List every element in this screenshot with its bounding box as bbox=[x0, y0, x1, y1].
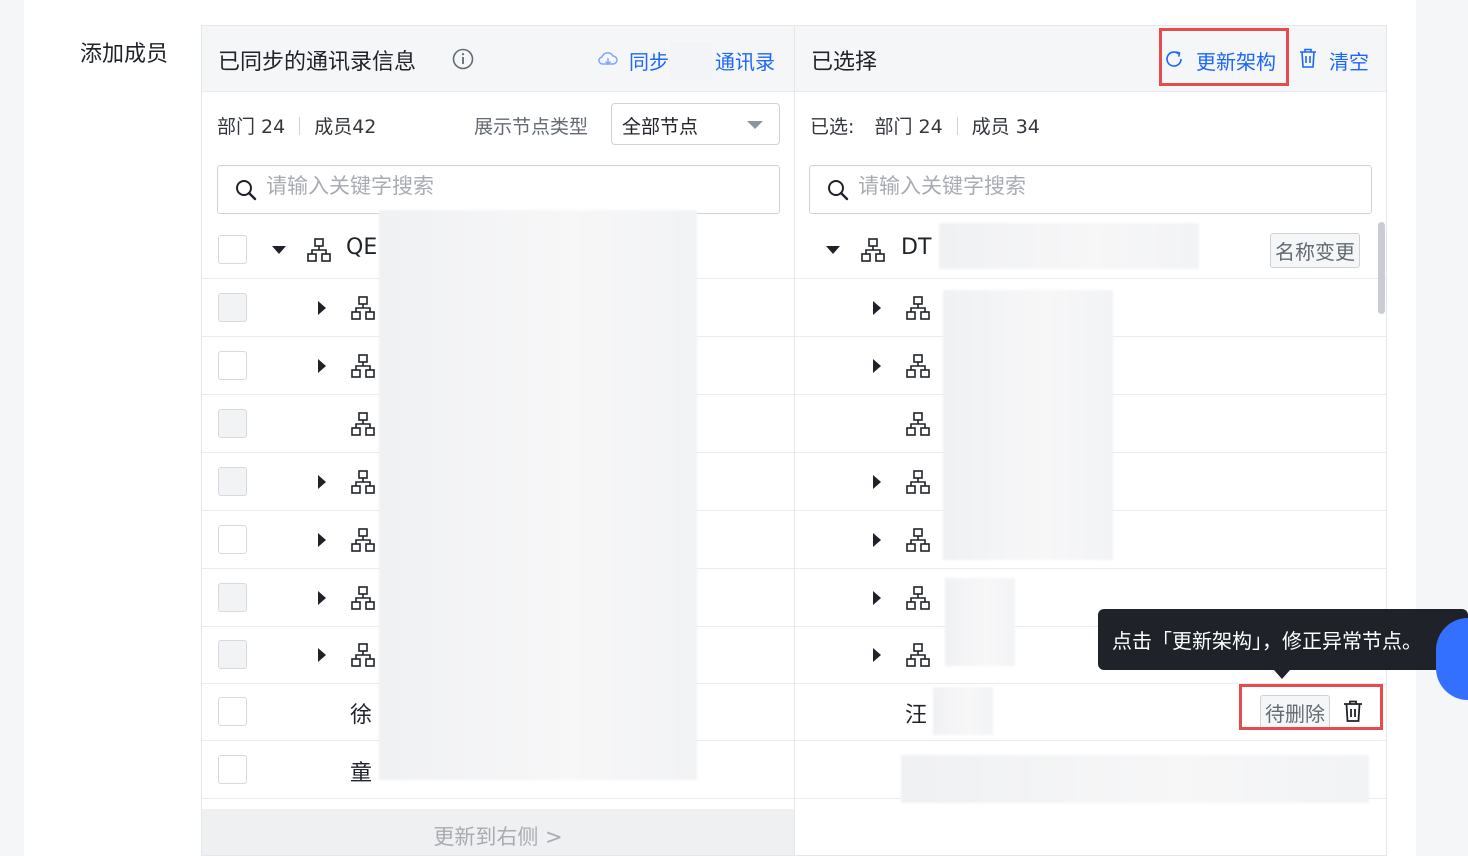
org-tree-icon bbox=[861, 238, 885, 262]
selected-root-name: DT bbox=[901, 235, 932, 260]
org-tree-icon bbox=[906, 586, 930, 610]
trash-icon[interactable] bbox=[1298, 47, 1318, 69]
checkbox[interactable] bbox=[218, 409, 247, 438]
org-tree-icon bbox=[351, 586, 375, 610]
member-count: 成员42 bbox=[314, 116, 377, 138]
org-tree-icon bbox=[351, 412, 375, 436]
node-type-select-value: 全部节点 bbox=[622, 116, 699, 138]
selected-member-row[interactable] bbox=[795, 741, 1386, 803]
redacted-area bbox=[939, 223, 1199, 269]
field-label-add-members: 添加成员 bbox=[80, 42, 169, 67]
caret-right-icon[interactable] bbox=[318, 475, 326, 489]
synced-panel-title: 已同步的通讯录信息 bbox=[218, 50, 417, 75]
page-right-gutter bbox=[1416, 0, 1468, 856]
tooltip-arrow bbox=[1274, 670, 1290, 679]
tooltip-text: 点击「更新架构」，修正异常节点。 bbox=[1112, 629, 1422, 653]
synced-stats: 部门 24 成员42 bbox=[217, 112, 376, 139]
chevron-down-icon bbox=[747, 121, 763, 129]
search-icon bbox=[828, 180, 849, 201]
cloud-sync-icon[interactable] bbox=[597, 50, 619, 68]
scrollbar[interactable] bbox=[1378, 222, 1385, 314]
org-tree-icon bbox=[351, 296, 375, 320]
dept-count: 部门 24 bbox=[217, 116, 286, 138]
redacted-area bbox=[933, 687, 993, 735]
root-dept-name: QE bbox=[346, 235, 378, 260]
highlight-pending-delete bbox=[1239, 684, 1383, 730]
selected-stats: 已选: 部门 24 成员 34 bbox=[810, 112, 1040, 139]
selected-prefix: 已选: bbox=[810, 116, 855, 138]
name-changed-tag: 名称变更 bbox=[1270, 233, 1360, 268]
checkbox[interactable] bbox=[218, 525, 247, 554]
synced-search-input[interactable] bbox=[266, 174, 715, 198]
redacted-area bbox=[379, 210, 697, 780]
caret-right-icon[interactable] bbox=[873, 301, 881, 315]
member-name: 童 bbox=[350, 761, 373, 786]
node-type-select[interactable]: 全部节点 bbox=[611, 103, 780, 145]
highlight-update-structure bbox=[1159, 28, 1289, 86]
info-icon[interactable] bbox=[452, 48, 474, 70]
org-tree-icon bbox=[307, 238, 331, 262]
stats-divider bbox=[299, 117, 301, 135]
selected-dept-count: 部门 24 bbox=[874, 116, 943, 138]
caret-right-icon[interactable] bbox=[873, 648, 881, 662]
checkbox[interactable] bbox=[218, 697, 247, 726]
checkbox[interactable] bbox=[218, 293, 247, 322]
caret-right-icon[interactable] bbox=[318, 359, 326, 373]
stats-divider bbox=[956, 117, 958, 135]
org-tree-icon bbox=[906, 354, 930, 378]
caret-down-icon[interactable] bbox=[826, 246, 840, 254]
page-left-gutter bbox=[0, 0, 24, 856]
node-type-filter-label: 展示节点类型 bbox=[474, 116, 589, 138]
checkbox[interactable] bbox=[218, 583, 247, 612]
synced-directory-panel: 已同步的通讯录信息 同步 通讯录 部门 24 成员42 展示节点类型 全部节点 bbox=[201, 25, 795, 856]
selected-search-input[interactable] bbox=[858, 174, 1307, 198]
org-tree-icon bbox=[351, 643, 375, 667]
org-tree-icon bbox=[351, 470, 375, 494]
sync-link[interactable]: 同步 bbox=[629, 46, 669, 75]
checkbox[interactable] bbox=[218, 467, 247, 496]
redacted-area bbox=[901, 755, 1369, 803]
synced-panel-header: 已同步的通讯录信息 同步 通讯录 bbox=[202, 26, 794, 92]
selected-panel: 已选择 更新架构 清空 已选: 部门 24 成员 34 DT 名称变更 bbox=[794, 25, 1387, 856]
selected-panel-header: 已选择 更新架构 清空 bbox=[795, 26, 1386, 92]
selected-search-box[interactable] bbox=[809, 165, 1372, 214]
caret-right-icon[interactable] bbox=[873, 359, 881, 373]
selected-member-count: 成员 34 bbox=[971, 116, 1040, 138]
clear-link[interactable]: 清空 bbox=[1329, 46, 1369, 75]
org-tree-icon bbox=[351, 528, 375, 552]
checkbox[interactable] bbox=[218, 351, 247, 380]
redacted-area bbox=[945, 578, 1015, 666]
search-icon bbox=[236, 180, 257, 201]
caret-right-icon[interactable] bbox=[873, 591, 881, 605]
member-name: 汪 bbox=[905, 703, 928, 728]
caret-right-icon[interactable] bbox=[318, 533, 326, 547]
redacted-area bbox=[943, 290, 1113, 560]
selected-root-row[interactable]: DT 名称变更 bbox=[795, 221, 1386, 279]
caret-right-icon[interactable] bbox=[318, 591, 326, 605]
member-name: 徐 bbox=[350, 703, 373, 728]
checkbox[interactable] bbox=[218, 235, 247, 264]
directory-link[interactable]: 通讯录 bbox=[715, 46, 775, 75]
tooltip: 点击「更新架构」，修正异常节点。 bbox=[1098, 609, 1468, 679]
org-tree-icon bbox=[906, 528, 930, 552]
caret-right-icon[interactable] bbox=[873, 475, 881, 489]
checkbox[interactable] bbox=[218, 755, 247, 784]
org-tree-icon bbox=[906, 296, 930, 320]
caret-right-icon[interactable] bbox=[318, 648, 326, 662]
org-tree-icon bbox=[906, 643, 930, 667]
caret-down-icon[interactable] bbox=[272, 246, 286, 254]
synced-search-box[interactable] bbox=[217, 165, 780, 214]
redacted-box bbox=[670, 42, 712, 80]
org-tree-icon bbox=[351, 354, 375, 378]
update-to-right-button[interactable]: 更新到右侧 > bbox=[202, 809, 794, 855]
org-tree-icon bbox=[906, 412, 930, 436]
org-tree-icon bbox=[906, 470, 930, 494]
selected-panel-title: 已选择 bbox=[811, 50, 878, 75]
caret-right-icon[interactable] bbox=[318, 301, 326, 315]
caret-right-icon[interactable] bbox=[873, 533, 881, 547]
checkbox[interactable] bbox=[218, 640, 247, 669]
